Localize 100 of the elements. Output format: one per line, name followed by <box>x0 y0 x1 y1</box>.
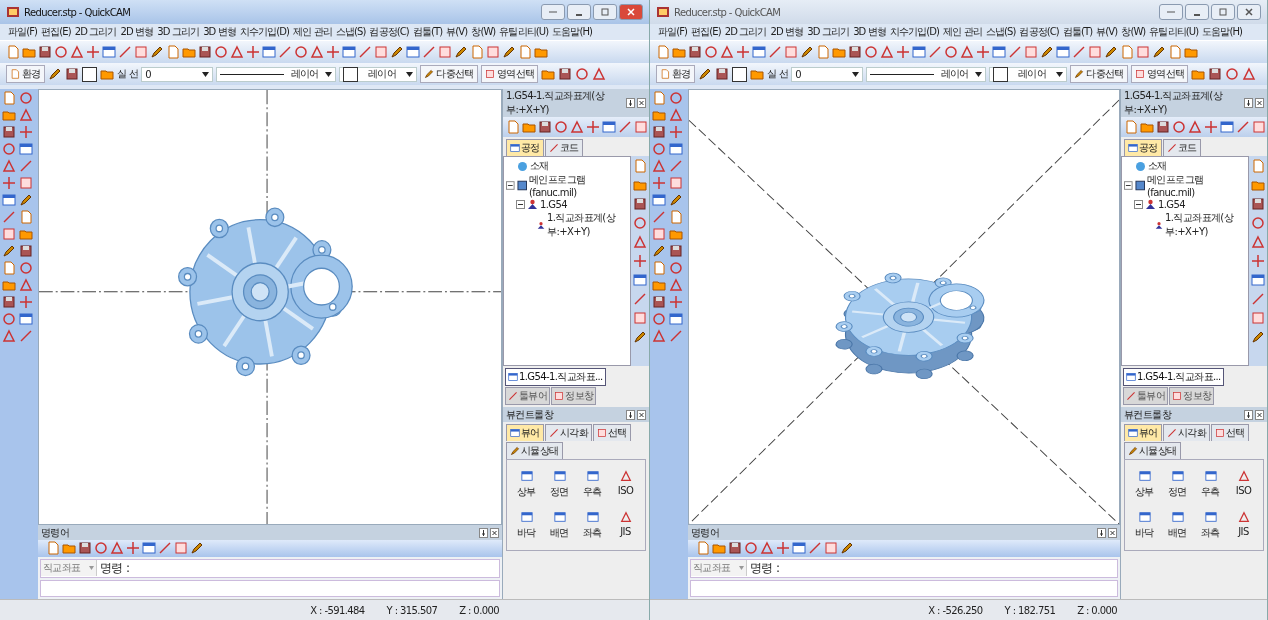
triangle-icon[interactable] <box>1242 67 1257 81</box>
menu-item[interactable]: 도움말(H) <box>550 25 595 39</box>
triangle-icon[interactable] <box>70 45 84 59</box>
document-icon[interactable] <box>6 45 20 59</box>
layer-dropdown[interactable]: 레이어 <box>989 66 1068 82</box>
line-icon[interactable] <box>768 45 782 59</box>
folder-icon[interactable] <box>712 541 726 556</box>
minimize-button[interactable] <box>1185 4 1209 20</box>
tab[interactable]: 선택 <box>593 424 631 441</box>
square-icon[interactable] <box>1172 391 1183 401</box>
tab[interactable]: 툴뷰어 <box>505 387 551 405</box>
circle-icon[interactable] <box>294 45 308 59</box>
window-icon[interactable] <box>553 470 566 482</box>
menu-item[interactable]: 2D 그리기 <box>72 25 119 39</box>
menu-item[interactable]: 컴툴(T) <box>1060 25 1095 39</box>
square-icon[interactable] <box>1251 311 1265 325</box>
tree-item[interactable]: 1.직교좌표계(상부:+X+Y) <box>547 211 628 239</box>
pencil-icon[interactable] <box>697 67 712 81</box>
line-icon[interactable] <box>808 541 822 556</box>
window-icon[interactable] <box>1138 470 1151 482</box>
command-input[interactable] <box>690 579 1118 597</box>
environment-button[interactable]: 환경 <box>656 65 695 83</box>
area-select-button[interactable]: 영역선택 <box>480 65 539 83</box>
folder-icon[interactable] <box>62 541 76 556</box>
square-icon[interactable] <box>484 69 495 79</box>
menu-item[interactable]: 2D 변형 <box>768 25 806 39</box>
square-icon[interactable] <box>19 176 33 190</box>
close-icon[interactable] <box>490 527 499 538</box>
folder-icon[interactable] <box>1140 120 1154 134</box>
triangle-icon[interactable] <box>19 108 33 122</box>
line-layer-dropdown[interactable]: 레이어 <box>866 66 987 82</box>
line-icon[interactable] <box>669 159 683 173</box>
circle-icon[interactable] <box>575 67 590 81</box>
circle-icon[interactable] <box>669 261 683 275</box>
window-icon[interactable] <box>553 511 566 523</box>
line-icon[interactable] <box>19 329 33 343</box>
multi-select-button[interactable]: 다중선택 <box>1070 65 1128 83</box>
document-icon[interactable] <box>1251 159 1265 173</box>
close-icon[interactable] <box>1108 527 1117 538</box>
cross-icon[interactable] <box>1204 120 1218 134</box>
document-icon[interactable] <box>506 120 520 134</box>
tab[interactable]: 뷰어 <box>506 424 544 441</box>
document-icon[interactable] <box>46 541 60 556</box>
folder-icon[interactable] <box>832 45 846 59</box>
tab[interactable]: 뷰어 <box>1124 424 1162 441</box>
pencil-icon[interactable] <box>1104 45 1118 59</box>
window-icon[interactable] <box>1220 120 1234 134</box>
tree-item[interactable]: 메인프로그램(fanuc.mil) <box>529 173 628 198</box>
menu-item[interactable]: 제인 관리 <box>941 25 984 39</box>
pencil-icon[interactable] <box>1251 330 1265 344</box>
view-button[interactable]: 정면 <box>1162 470 1193 499</box>
line-icon[interactable] <box>2 210 16 224</box>
command-input[interactable] <box>40 579 500 597</box>
window-icon[interactable] <box>102 45 116 59</box>
cross-icon[interactable] <box>633 254 647 268</box>
menu-item[interactable]: 파일(F) <box>656 25 690 39</box>
line-icon[interactable] <box>548 143 559 153</box>
circle-icon[interactable] <box>944 45 958 59</box>
document-icon[interactable] <box>652 261 666 275</box>
menu-item[interactable]: 3D 그리기 <box>155 25 202 39</box>
folder-icon[interactable] <box>672 45 686 59</box>
window-icon[interactable] <box>1128 143 1138 153</box>
triangle-icon[interactable] <box>230 45 244 59</box>
layer-dropdown[interactable]: 레이어 <box>339 66 418 82</box>
line-icon[interactable] <box>652 210 666 224</box>
close-icon[interactable] <box>1255 98 1264 108</box>
window-icon[interactable] <box>406 45 420 59</box>
line-icon[interactable] <box>278 45 292 59</box>
line-icon[interactable] <box>633 292 647 306</box>
triangle-icon[interactable] <box>1188 120 1202 134</box>
menu-item[interactable]: 3D 변형 <box>201 25 238 39</box>
line-width-dropdown[interactable]: 0 <box>791 66 864 82</box>
folder-icon[interactable] <box>1191 67 1206 81</box>
tree-item[interactable]: 소재 <box>1148 159 1167 173</box>
cross-icon[interactable] <box>326 45 340 59</box>
tree-item[interactable]: 1.직교좌표계(상부:+X+Y) <box>1165 211 1246 239</box>
line-icon[interactable] <box>1166 428 1177 438</box>
window-icon[interactable] <box>1204 511 1217 523</box>
collapse-icon[interactable] <box>506 181 515 190</box>
view-button[interactable]: 배면 <box>1162 511 1193 540</box>
folder-icon[interactable] <box>534 45 548 59</box>
line-icon[interactable] <box>158 541 172 556</box>
menu-item[interactable]: 2D 변형 <box>118 25 156 39</box>
window-icon[interactable] <box>792 541 806 556</box>
tab[interactable]: 시뮬상태 <box>506 442 563 459</box>
menu-item[interactable]: 컴툴(T) <box>410 25 445 39</box>
cross-icon[interactable] <box>1251 254 1265 268</box>
cross-icon[interactable] <box>19 295 33 309</box>
window-icon[interactable] <box>602 120 616 134</box>
circle-icon[interactable] <box>214 45 228 59</box>
tab[interactable]: 코드 <box>544 139 583 156</box>
square-icon[interactable] <box>669 176 683 190</box>
window-icon[interactable] <box>669 312 683 326</box>
color-swatch[interactable] <box>731 66 747 82</box>
menu-item[interactable]: 유틸리티(U) <box>497 25 551 39</box>
pencil-icon[interactable] <box>454 45 468 59</box>
window-icon[interactable] <box>992 45 1006 59</box>
line-icon[interactable] <box>19 159 33 173</box>
line-icon[interactable] <box>422 45 436 59</box>
document-icon[interactable] <box>1124 120 1138 134</box>
